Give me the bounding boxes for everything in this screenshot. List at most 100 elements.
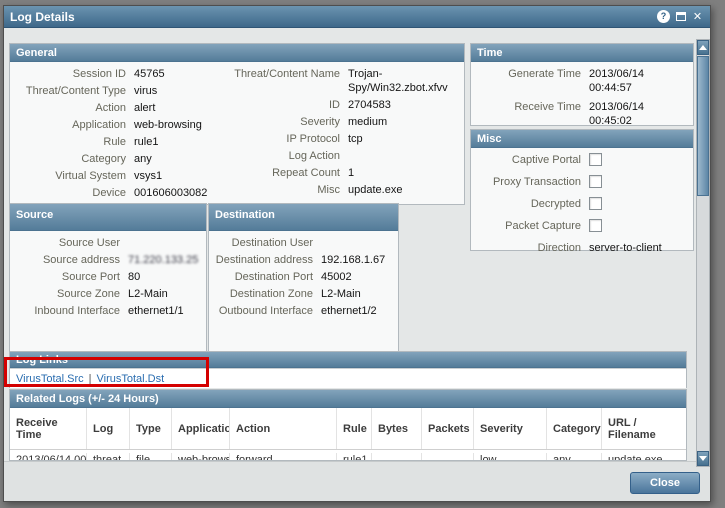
field-label: Direction bbox=[477, 241, 589, 255]
general-right-column: Threat/Content NameTrojan-Spy/Win32.zbot… bbox=[230, 67, 460, 203]
inbound-interface-value: ethernet1/1 bbox=[128, 304, 184, 318]
link-separator: | bbox=[89, 373, 92, 385]
table-cell: forward bbox=[230, 453, 337, 461]
down-arrow-icon bbox=[699, 456, 707, 461]
misc-section-header: Misc bbox=[471, 130, 693, 148]
session-id-value: 45765 bbox=[134, 67, 222, 81]
field-label: Log Action bbox=[230, 149, 348, 163]
field-label: IP Protocol bbox=[230, 132, 348, 146]
scroll-down-button[interactable] bbox=[697, 451, 709, 466]
field-label: Source address bbox=[16, 253, 128, 267]
misc-file-value: update.exe bbox=[348, 183, 460, 197]
field-label: Receive Time bbox=[477, 100, 589, 128]
help-icon[interactable]: ? bbox=[657, 10, 670, 23]
field-label: Threat/Content Name bbox=[230, 67, 348, 95]
application-value: web-browsing bbox=[134, 118, 222, 132]
field-label: Session ID bbox=[16, 67, 134, 81]
device-value: 001606003082 bbox=[134, 186, 222, 200]
field-label: Source User bbox=[16, 236, 128, 250]
source-address-value: 71.220.133.25 bbox=[128, 253, 198, 267]
receive-time-value: 2013/06/14 00:45:02 bbox=[589, 100, 685, 128]
scroll-up-button[interactable] bbox=[697, 40, 709, 55]
column-header: Receive Time bbox=[10, 408, 87, 449]
table-cell: threat bbox=[87, 453, 130, 461]
general-left-column: Session ID45765 Threat/Content Typevirus… bbox=[16, 67, 230, 203]
column-header: Bytes bbox=[372, 408, 422, 449]
column-header: Category bbox=[547, 408, 602, 449]
related-logs-section: Related Logs (+/- 24 Hours) Receive Time… bbox=[9, 389, 687, 461]
column-header: Packets bbox=[422, 408, 474, 449]
table-cell: update.exe bbox=[602, 453, 668, 461]
field-label: Destination Port bbox=[215, 270, 321, 284]
table-cell: 2013/06/14 00:44:57 bbox=[10, 453, 87, 461]
close-icon[interactable]: ✕ bbox=[691, 10, 704, 23]
field-label: Proxy Transaction bbox=[477, 175, 589, 189]
column-header: Rule bbox=[337, 408, 372, 449]
destination-port-value: 45002 bbox=[321, 270, 352, 284]
action-value: alert bbox=[134, 101, 222, 115]
field-label: Severity bbox=[230, 115, 348, 129]
scrollbar-thumb[interactable] bbox=[697, 56, 709, 196]
decrypted-checkbox[interactable] bbox=[589, 197, 602, 210]
source-section-header: Source bbox=[10, 204, 206, 231]
source-port-value: 80 bbox=[128, 270, 140, 284]
ip-protocol-value: tcp bbox=[348, 132, 460, 146]
related-logs-header-row: Receive Time Log Type Application Action… bbox=[10, 408, 686, 450]
field-label: Rule bbox=[16, 135, 134, 149]
dialog-titlebar[interactable]: Log Details ? ✕ bbox=[4, 6, 710, 28]
field-label: Virtual System bbox=[16, 169, 134, 183]
related-logs-partial-row[interactable]: 2013/06/14 00:44:57 threat file web-brow… bbox=[10, 450, 686, 461]
table-cell: web-browsing bbox=[172, 453, 230, 461]
titlebar-buttons: ? ✕ bbox=[657, 10, 704, 23]
destination-zone-value: L2-Main bbox=[321, 287, 361, 301]
field-label: Packet Capture bbox=[477, 219, 589, 233]
related-logs-section-header: Related Logs (+/- 24 Hours) bbox=[10, 390, 686, 408]
column-header: URL / Filename bbox=[602, 408, 668, 449]
column-header: Type bbox=[130, 408, 172, 449]
table-cell bbox=[422, 453, 474, 461]
virtual-system-value: vsys1 bbox=[134, 169, 222, 183]
field-label: Device bbox=[16, 186, 134, 200]
field-label: ID bbox=[230, 98, 348, 112]
related-logs-table: Receive Time Log Type Application Action… bbox=[10, 408, 686, 461]
source-section: Source Source User Source address71.220.… bbox=[9, 203, 207, 355]
table-cell bbox=[372, 453, 422, 461]
dialog-scrollbar[interactable] bbox=[696, 39, 710, 467]
field-label: Application bbox=[16, 118, 134, 132]
table-cell: low bbox=[474, 453, 547, 461]
field-label: Inbound Interface bbox=[16, 304, 128, 318]
close-button[interactable]: Close bbox=[630, 472, 700, 494]
column-header: Action bbox=[230, 408, 337, 449]
virustotal-src-link[interactable]: VirusTotal.Src bbox=[16, 373, 84, 385]
destination-section-header: Destination bbox=[209, 204, 398, 231]
category-value: any bbox=[134, 152, 222, 166]
column-header: Application bbox=[172, 408, 230, 449]
table-cell: any bbox=[547, 453, 602, 461]
up-arrow-icon bbox=[699, 45, 707, 50]
field-label: Source Port bbox=[16, 270, 128, 284]
column-header: Severity bbox=[474, 408, 547, 449]
captive-portal-checkbox[interactable] bbox=[589, 153, 602, 166]
dialog-footer: Close bbox=[4, 461, 710, 501]
virustotal-dst-link[interactable]: VirusTotal.Dst bbox=[97, 373, 165, 385]
log-action-value bbox=[348, 149, 460, 163]
destination-address-value: 192.168.1.67 bbox=[321, 253, 385, 267]
rule-value: rule1 bbox=[134, 135, 222, 149]
dialog-title: Log Details bbox=[10, 10, 75, 24]
table-cell: rule1 bbox=[337, 453, 372, 461]
threat-id-value: 2704583 bbox=[348, 98, 460, 112]
threat-content-name-value: Trojan-Spy/Win32.zbot.xfvv bbox=[348, 67, 460, 95]
packet-capture-checkbox[interactable] bbox=[589, 219, 602, 232]
proxy-transaction-checkbox[interactable] bbox=[589, 175, 602, 188]
outbound-interface-value: ethernet1/2 bbox=[321, 304, 377, 318]
log-links-row: VirusTotal.Src | VirusTotal.Dst bbox=[10, 368, 686, 388]
log-links-section: Log Links VirusTotal.Src | VirusTotal.Ds… bbox=[9, 351, 687, 388]
field-label: Repeat Count bbox=[230, 166, 348, 180]
column-header: Log bbox=[87, 408, 130, 449]
maximize-icon[interactable] bbox=[674, 10, 687, 23]
screen: { "window": { "title": "Log Details", "c… bbox=[0, 0, 725, 508]
field-label: Captive Portal bbox=[477, 153, 589, 167]
field-label: Source Zone bbox=[16, 287, 128, 301]
log-details-dialog: Log Details ? ✕ General Session ID45765 … bbox=[3, 5, 711, 502]
direction-value: server-to-client bbox=[589, 241, 662, 255]
